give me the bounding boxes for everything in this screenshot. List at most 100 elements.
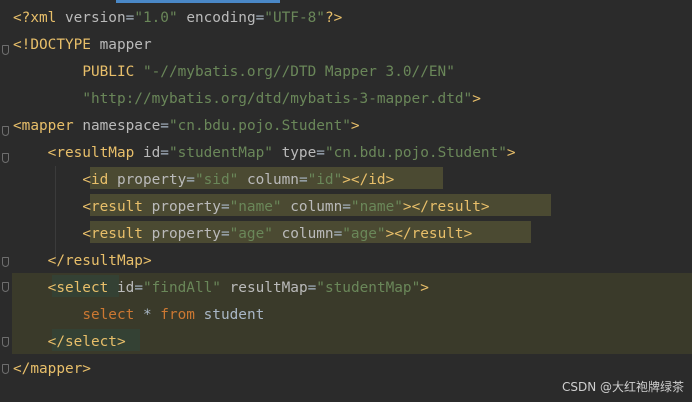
code-token: "studentMap" <box>316 280 421 296</box>
code-token: mapper <box>99 37 152 53</box>
code-token: id <box>142 145 161 161</box>
code-token: column <box>290 199 343 215</box>
fold-marker-icon[interactable] <box>2 45 9 55</box>
code-token: column <box>246 172 299 188</box>
code-token: <!DOCTYPE <box>13 37 100 53</box>
code-line: <resultMap id="studentMap" type="cn.bdu.… <box>13 140 516 167</box>
code-token: PUBLIC <box>82 64 143 80</box>
code-token: <result <box>82 199 152 215</box>
code-token: "findAll" <box>142 280 221 296</box>
fold-marker-icon[interactable] <box>2 257 9 267</box>
code-token: = <box>342 199 351 215</box>
code-token: ></result> <box>385 226 473 242</box>
code-token: from <box>160 307 204 323</box>
fold-marker-icon[interactable] <box>2 282 9 292</box>
code-token: encoding <box>186 10 256 26</box>
code-token: = <box>220 226 230 242</box>
code-token: "cn.bdu.pojo.Student" <box>168 118 351 134</box>
code-line: <mapper namespace="cn.bdu.pojo.Student"> <box>13 113 360 140</box>
code-line: </mapper> <box>13 356 91 383</box>
code-token: ></id> <box>342 172 395 188</box>
code-token: <resultMap <box>47 145 143 161</box>
code-token: </select> <box>47 334 126 350</box>
code-token: </resultMap> <box>47 253 152 269</box>
code-token: <mapper <box>13 118 83 134</box>
code-token: student <box>203 307 265 323</box>
code-line: <!DOCTYPE mapper <box>13 32 152 59</box>
code-token: = <box>316 145 325 161</box>
code-line: <select id="findAll" resultMap="studentM… <box>13 275 429 302</box>
fold-marker-icon[interactable] <box>2 337 9 347</box>
code-token: property <box>116 172 187 188</box>
code-token: "name" <box>350 199 403 215</box>
code-token: <id <box>82 172 117 188</box>
code-token: = <box>255 10 265 26</box>
code-token: = <box>125 10 135 26</box>
code-token: > <box>506 145 516 161</box>
code-token: = <box>160 145 169 161</box>
fold-marker-icon[interactable] <box>2 364 9 374</box>
code-token: "cn.bdu.pojo.Student" <box>324 145 507 161</box>
code-token: </mapper> <box>13 361 91 377</box>
code-line: </resultMap> <box>13 248 152 275</box>
code-token: = <box>220 199 230 215</box>
code-token: namespace <box>82 118 161 134</box>
code-token: "name" <box>229 199 282 215</box>
watermark: CSDN @大红袍牌绿茶 <box>561 380 684 394</box>
fold-marker-icon[interactable] <box>2 153 9 163</box>
code-token: = <box>186 172 195 188</box>
code-token: "-//mybatis.org//DTD Mapper 3.0//EN" <box>142 64 455 80</box>
code-line: select * from student <box>13 302 264 329</box>
code-token: property <box>151 199 221 215</box>
code-token: > <box>420 280 429 296</box>
code-token: ></result> <box>402 199 490 215</box>
code-token: property <box>151 226 221 242</box>
code-token: <result <box>82 226 152 242</box>
code-token: "age" <box>342 226 386 242</box>
code-token: = <box>307 280 317 296</box>
code-token: "age" <box>229 226 273 242</box>
code-token: "http://mybatis.org/dtd/mybatis-3-mapper… <box>82 91 473 107</box>
code-token: select <box>82 307 143 323</box>
code-line: <id property="sid" column="id"></id> <box>13 167 394 194</box>
code-token: <?xml <box>13 10 65 26</box>
code-token: version <box>64 10 126 26</box>
code-line: <?xml version="1.0" encoding="UTF-8"?> <box>13 5 342 32</box>
code-token: "UTF-8" <box>264 10 325 26</box>
code-token: "studentMap" <box>168 145 273 161</box>
code-token: = <box>333 226 343 242</box>
code-token: > <box>350 118 360 134</box>
code-line: PUBLIC "-//mybatis.org//DTD Mapper 3.0//… <box>13 59 455 86</box>
code-token: <select <box>47 280 109 296</box>
code-token: = <box>134 280 143 296</box>
code-token: type <box>281 145 317 161</box>
code-token: = <box>160 118 169 134</box>
code-line: "http://mybatis.org/dtd/mybatis-3-mapper… <box>13 86 481 113</box>
fold-marker-icon[interactable] <box>2 126 9 136</box>
code-token: "id" <box>307 172 343 188</box>
active-tab-indicator <box>116 0 280 3</box>
code-token: column <box>281 226 334 242</box>
code-token: = <box>298 172 308 188</box>
code-line: </select> <box>13 329 126 356</box>
code-token: ?> <box>324 10 343 26</box>
code-line: <result property="name" column="name"></… <box>13 194 490 221</box>
code-token: resultMap <box>229 280 308 296</box>
